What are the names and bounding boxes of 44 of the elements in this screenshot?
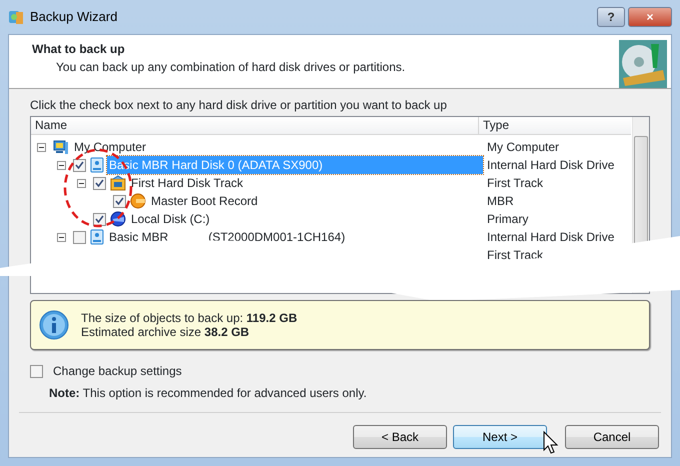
- tree-item-label[interactable]: Master Boot Record: [149, 192, 483, 210]
- checkbox[interactable]: [113, 194, 126, 208]
- collapse-toggle[interactable]: [77, 178, 86, 188]
- info-icon: [39, 310, 69, 340]
- collapse-toggle[interactable]: [57, 160, 66, 170]
- disc-icon: [130, 193, 146, 209]
- checkbox[interactable]: [73, 158, 86, 172]
- track-icon: [110, 175, 126, 191]
- next-button[interactable]: Next >: [453, 425, 547, 449]
- type-cell-text: First Track: [486, 247, 543, 264]
- column-header[interactable]: Name: [31, 117, 479, 135]
- collapse-toggle[interactable]: [57, 232, 66, 242]
- checkbox[interactable]: [30, 364, 43, 378]
- checkbox[interactable]: [93, 212, 106, 226]
- checkbox[interactable]: [93, 176, 106, 190]
- instruction-text: Click the check box next to any hard disk drive or partition you want to back up: [29, 97, 448, 114]
- back-button[interactable]: < Back: [353, 425, 447, 449]
- note-text: Note: This option is recommended for advanced users only.: [48, 385, 368, 402]
- type-cell-text: MBR: [486, 193, 514, 210]
- mouse-pointer-icon: [544, 430, 558, 454]
- checkbox-label[interactable]: Change backup settings: [53, 362, 182, 380]
- tree-item-label[interactable]: My Computer: [72, 138, 483, 156]
- info-text: Estimated archive size 38.2 GB: [81, 325, 250, 339]
- type-cell-text: My Computer: [486, 139, 560, 156]
- tree-item-label[interactable]: (ST2000DM001-1CH164): [206, 228, 348, 246]
- collapse-toggle[interactable]: [37, 142, 46, 152]
- page-title: What to back up: [32, 41, 126, 58]
- tree-item-label[interactable]: First Hard Disk Track: [129, 174, 483, 192]
- cancel-button[interactable]: Cancel: [565, 425, 659, 449]
- drive-icon: [110, 211, 126, 227]
- info-text: The size of objects to back up: 119.2 GB: [81, 311, 298, 325]
- type-cell-text: Internal Hard Disk Drive: [486, 229, 614, 246]
- type-cell-text: Primary: [486, 211, 528, 228]
- computer-icon: [53, 139, 69, 155]
- disc-pen-icon: [619, 40, 667, 88]
- checkbox[interactable]: [73, 230, 86, 244]
- type-cell-text: Internal Hard Disk Drive: [486, 157, 614, 174]
- page-subtitle: You can back up any combination of hard disk drives or partitions.: [55, 59, 406, 76]
- tree-item-label[interactable]: Local Disk (C:): [129, 210, 483, 228]
- type-cell-text: First Track: [486, 175, 543, 192]
- wizard-icon: [8, 9, 24, 25]
- window-title: Backup Wizard: [30, 8, 118, 26]
- help-button[interactable]: ?: [597, 7, 625, 27]
- tree-item-label[interactable]: Basic MBR: [107, 228, 170, 246]
